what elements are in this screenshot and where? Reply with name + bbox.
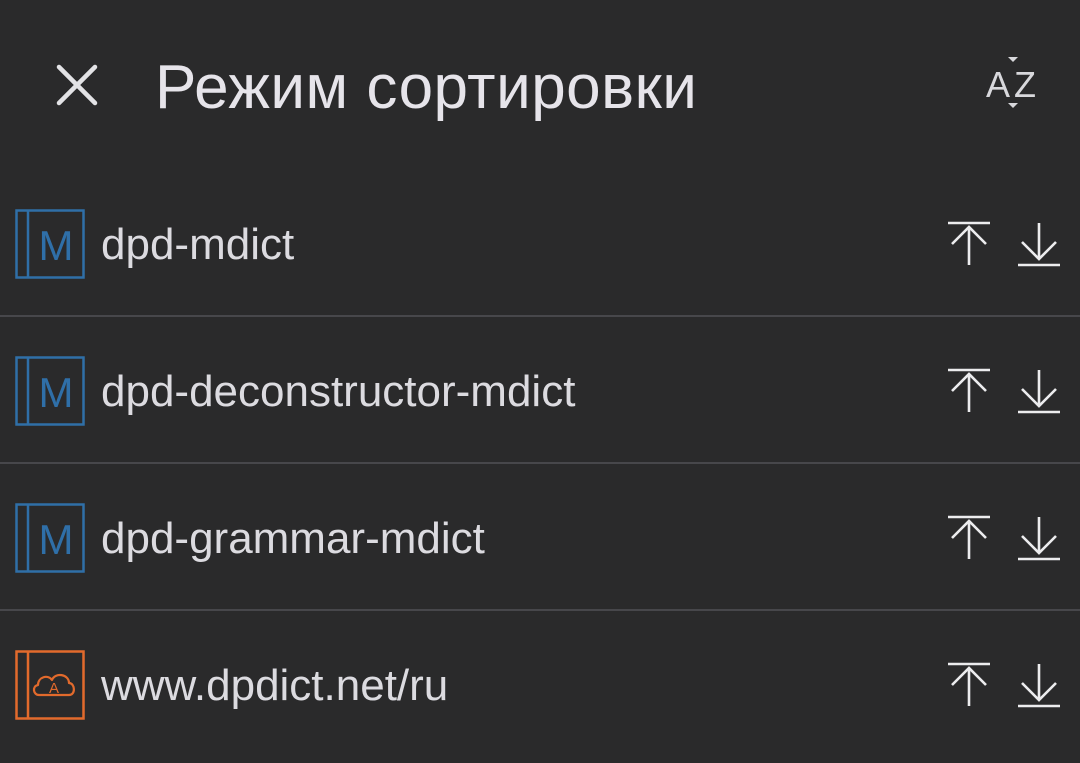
- dictionary-row: A www.dpdict.net/ru: [0, 611, 1080, 758]
- close-button[interactable]: [42, 50, 112, 120]
- dictionary-icon-letter: M: [39, 222, 74, 269]
- dictionary-list: M dpd-mdict M dpd-deconstructor-mdict M …: [0, 170, 1080, 758]
- dictionary-icon-letter: M: [39, 369, 74, 416]
- move-to-top-icon[interactable]: [944, 219, 994, 269]
- dictionary-row: M dpd-mdict: [0, 170, 1080, 317]
- sort-letter-a: A: [986, 64, 1010, 105]
- web-dictionary-icon: A: [15, 650, 85, 720]
- move-to-top-icon[interactable]: [944, 513, 994, 563]
- move-to-bottom-icon[interactable]: [1014, 219, 1064, 269]
- dictionary-row: M dpd-grammar-mdict: [0, 464, 1080, 611]
- sort-letter-z: Z: [1014, 64, 1036, 105]
- page-title: Режим сортировки: [155, 53, 698, 122]
- mdict-book-icon: M: [15, 209, 85, 279]
- close-icon: [56, 64, 98, 106]
- move-to-bottom-icon[interactable]: [1014, 366, 1064, 416]
- dictionary-name: dpd-grammar-mdict: [101, 514, 485, 563]
- sort-alphabetically-button[interactable]: A Z: [978, 50, 1048, 120]
- dictionary-icon-letter: A: [49, 680, 59, 697]
- app-bar: Режим сортировки A Z: [0, 0, 1080, 170]
- dictionary-row: M dpd-deconstructor-mdict: [0, 317, 1080, 464]
- move-to-bottom-icon[interactable]: [1014, 660, 1064, 710]
- dictionary-name: dpd-deconstructor-mdict: [101, 367, 576, 416]
- dictionary-icon-letter: M: [39, 516, 74, 563]
- mdict-book-icon: M: [15, 356, 85, 426]
- dictionary-name: dpd-mdict: [101, 220, 295, 269]
- dictionary-name: www.dpdict.net/ru: [101, 661, 449, 710]
- move-to-bottom-icon[interactable]: [1014, 513, 1064, 563]
- sort-az-icon: A Z: [986, 57, 1036, 108]
- mdict-book-icon: M: [15, 503, 85, 573]
- move-to-top-icon[interactable]: [944, 366, 994, 416]
- move-to-top-icon[interactable]: [944, 660, 994, 710]
